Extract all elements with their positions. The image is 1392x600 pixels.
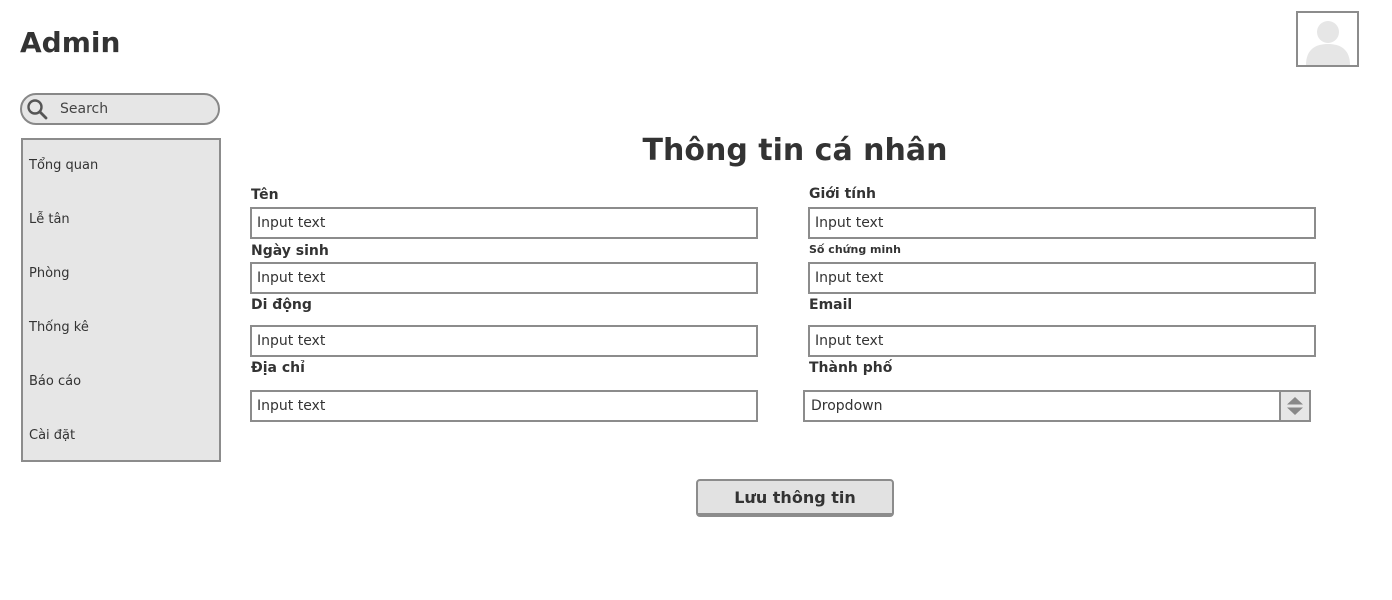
sidebar-item-settings[interactable]: Cài đặt bbox=[29, 428, 75, 443]
birthday-label: Ngày sinh bbox=[251, 243, 329, 259]
search-icon bbox=[27, 99, 48, 120]
city-dropdown-value: Dropdown bbox=[811, 398, 883, 414]
sidebar-item-rooms[interactable]: Phòng bbox=[29, 266, 70, 281]
gender-label: Giới tính bbox=[809, 186, 877, 202]
save-button[interactable]: Lưu thông tin bbox=[696, 479, 894, 517]
email-label: Email bbox=[809, 297, 853, 313]
sidebar-item-statistics[interactable]: Thống kê bbox=[29, 320, 89, 335]
address-label: Địa chỉ bbox=[251, 360, 305, 376]
sidebar-item-reception[interactable]: Lễ tân bbox=[29, 212, 70, 227]
dropdown-stepper[interactable] bbox=[1279, 392, 1309, 420]
email-field[interactable] bbox=[808, 325, 1316, 357]
name-field[interactable] bbox=[250, 207, 758, 239]
city-dropdown[interactable]: Dropdown bbox=[803, 390, 1311, 422]
page-title: Thông tin cá nhân bbox=[642, 133, 948, 168]
search-input[interactable]: Search bbox=[60, 101, 108, 117]
search-box[interactable]: Search bbox=[20, 93, 220, 125]
sidebar-menu: Tổng quan Lễ tân Phòng Thống kê Báo cáo … bbox=[21, 138, 221, 462]
birthday-field[interactable] bbox=[250, 262, 758, 294]
sidebar-item-overview[interactable]: Tổng quan bbox=[29, 158, 98, 173]
up-down-stepper-icon bbox=[1287, 397, 1303, 415]
mobile-label: Di động bbox=[251, 297, 312, 313]
id-number-field[interactable] bbox=[808, 262, 1316, 294]
city-label: Thành phố bbox=[809, 360, 893, 376]
avatar[interactable] bbox=[1296, 11, 1359, 67]
user-avatar-icon bbox=[1306, 21, 1350, 65]
mobile-field[interactable] bbox=[250, 325, 758, 357]
gender-field[interactable] bbox=[808, 207, 1316, 239]
name-label: Tên bbox=[251, 187, 279, 203]
sidebar-item-reports[interactable]: Báo cáo bbox=[29, 374, 81, 389]
app-title: Admin bbox=[20, 26, 121, 59]
id-number-label: Số chứng minh bbox=[809, 243, 901, 256]
address-field[interactable] bbox=[250, 390, 758, 422]
